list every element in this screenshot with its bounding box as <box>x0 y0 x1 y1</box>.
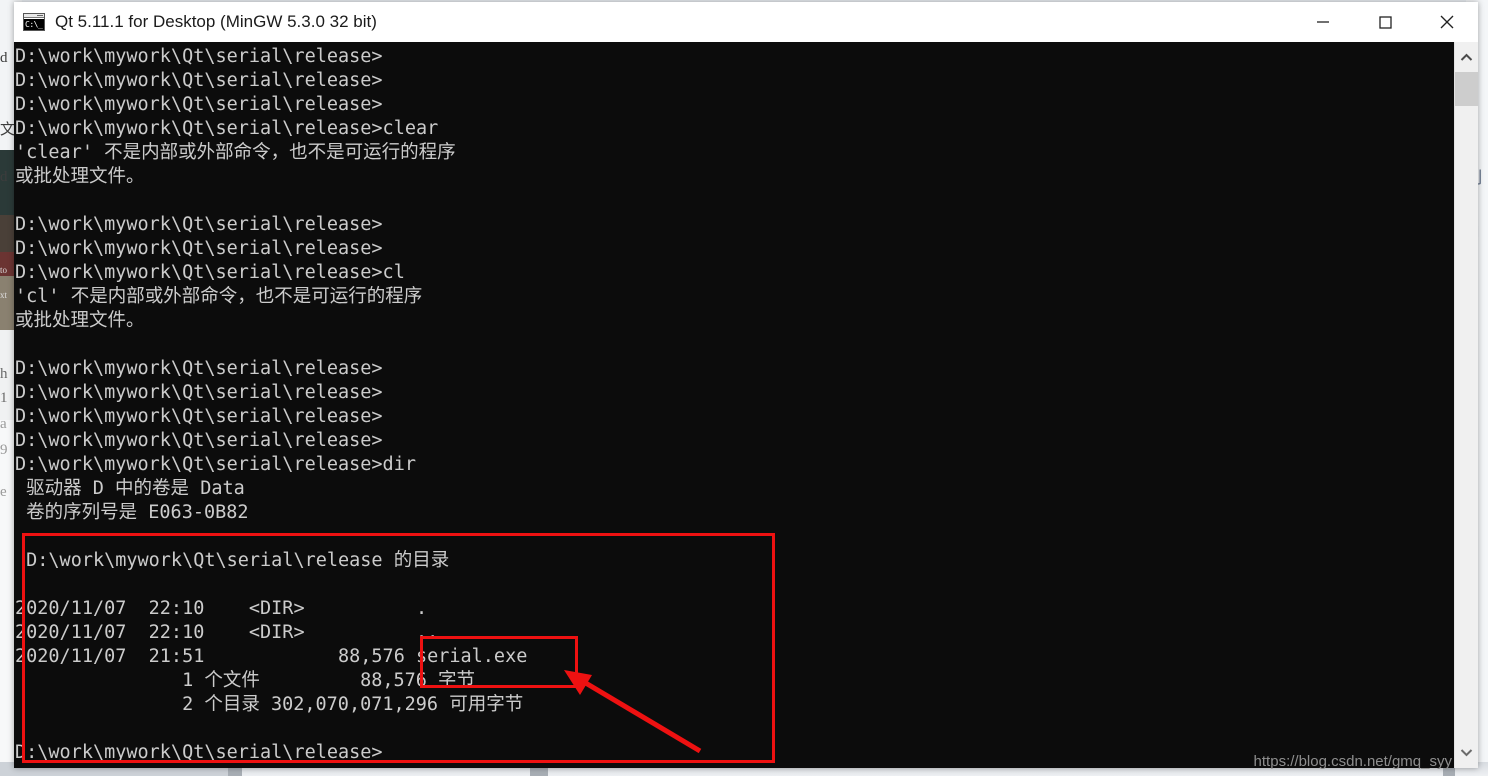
cmd-console-icon: C:\_ <box>23 13 45 31</box>
icon-titlebar <box>24 14 44 18</box>
window-title: Qt 5.11.1 for Desktop (MinGW 5.3.0 32 bi… <box>55 12 377 31</box>
scroll-down-arrow[interactable] <box>1455 741 1478 764</box>
icon-prompt-text: C:\_ <box>24 19 44 30</box>
vertical-scrollbar[interactable] <box>1454 42 1478 768</box>
minimize-icon <box>1317 21 1329 23</box>
minimize-button[interactable] <box>1292 2 1354 42</box>
window-controls <box>1292 2 1478 42</box>
console-text: D:\work\mywork\Qt\serial\release> D:\wor… <box>15 46 528 763</box>
console-window: C:\_ Qt 5.11.1 for Desktop (MinGW 5.3.0 … <box>14 2 1478 768</box>
title-bar[interactable]: C:\_ Qt 5.11.1 for Desktop (MinGW 5.3.0 … <box>14 2 1478 42</box>
close-button[interactable] <box>1416 2 1478 42</box>
scrollbar-thumb[interactable] <box>1455 72 1478 106</box>
maximize-icon <box>1379 16 1392 29</box>
scroll-up-arrow[interactable] <box>1455 46 1478 69</box>
chevron-up-icon <box>1460 53 1473 61</box>
maximize-button[interactable] <box>1354 2 1416 42</box>
screen: d 文 d to xt h 1 a 9 e 列 M o o <box>0 0 1488 776</box>
close-icon <box>1440 15 1454 29</box>
console-output-area[interactable]: D:\work\mywork\Qt\serial\release> D:\wor… <box>14 42 1478 768</box>
chevron-down-icon <box>1460 749 1473 757</box>
watermark: https://blog.csdn.net/gmq_syy <box>1253 753 1452 770</box>
